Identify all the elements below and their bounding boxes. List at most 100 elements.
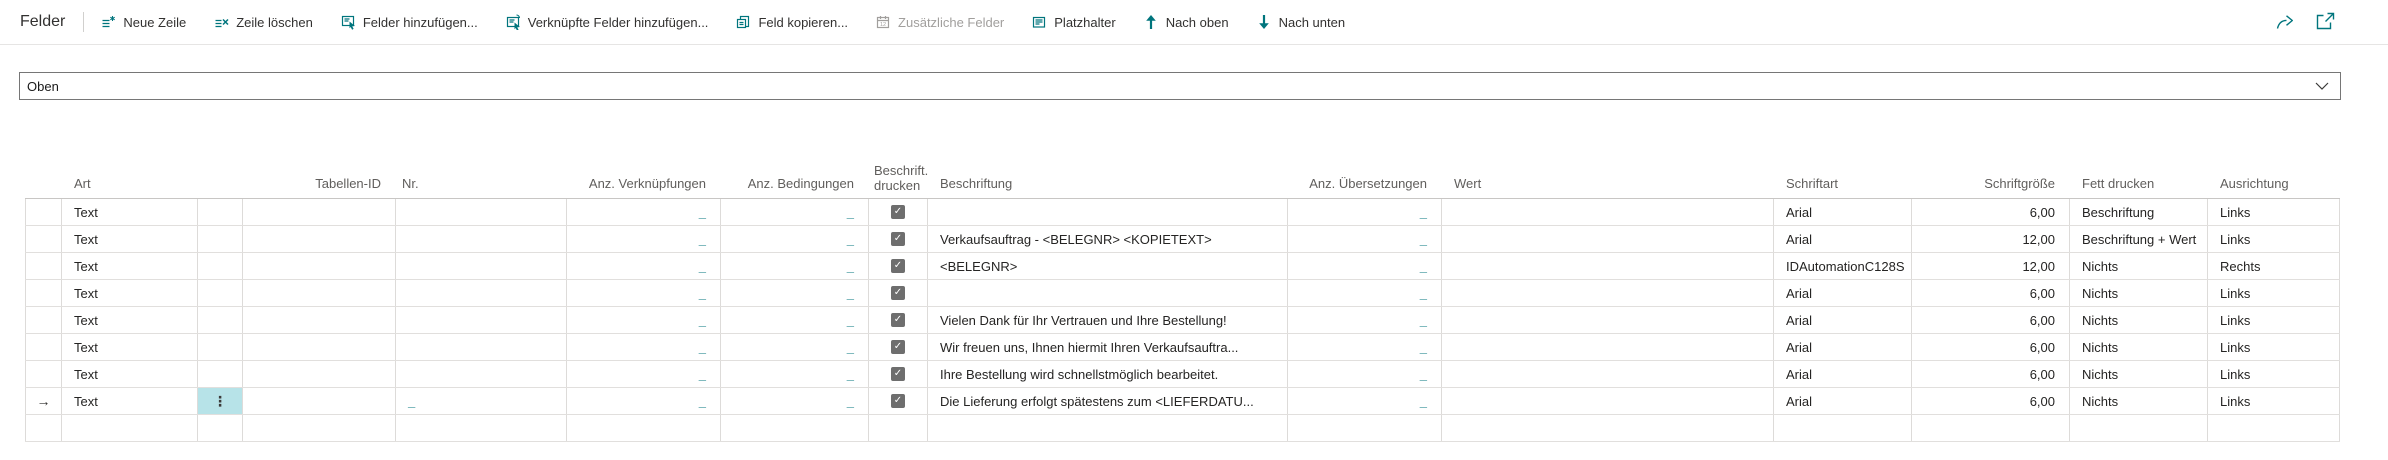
cell-nr[interactable] bbox=[396, 199, 567, 225]
drilldown-link[interactable]: _ bbox=[847, 394, 854, 409]
cell-art[interactable]: Text bbox=[62, 388, 198, 414]
cell-tabellen-id[interactable] bbox=[243, 226, 396, 252]
cell-schriftgroesse[interactable]: 6,00 bbox=[1912, 334, 2070, 360]
drilldown-link[interactable]: _ bbox=[847, 259, 854, 274]
drilldown-link[interactable]: _ bbox=[1420, 313, 1427, 328]
drilldown-link[interactable]: _ bbox=[699, 286, 706, 301]
cell-art[interactable]: Text bbox=[62, 199, 198, 225]
cell-nr[interactable] bbox=[396, 280, 567, 306]
cell-fett-drucken[interactable] bbox=[2070, 415, 2208, 441]
cell-anz-bedingungen[interactable]: _ bbox=[721, 226, 869, 252]
cell-art[interactable]: Text bbox=[62, 361, 198, 387]
cell-beschriftung[interactable] bbox=[928, 199, 1288, 225]
cell-anz-verknuepfungen[interactable]: _ bbox=[567, 388, 721, 414]
cell-menu[interactable] bbox=[198, 280, 243, 306]
row-selector[interactable] bbox=[25, 199, 62, 225]
drilldown-link[interactable]: _ bbox=[847, 286, 854, 301]
cell-wert[interactable] bbox=[1442, 199, 1774, 225]
cell-schriftgroesse[interactable] bbox=[1912, 415, 2070, 441]
checkbox-checked-icon[interactable] bbox=[891, 367, 905, 381]
cell-beschriftung-drucken[interactable] bbox=[869, 307, 928, 333]
cell-anz-bedingungen[interactable] bbox=[721, 415, 869, 441]
cell-beschriftung[interactable]: Die Lieferung erfolgt spätestens zum <LI… bbox=[928, 388, 1288, 414]
cell-nr[interactable] bbox=[396, 226, 567, 252]
cell-beschriftung[interactable]: Wir freuen uns, Ihnen hiermit Ihren Verk… bbox=[928, 334, 1288, 360]
cell-anz-uebersetzungen[interactable]: _ bbox=[1288, 280, 1442, 306]
column-header-nr[interactable]: Nr. bbox=[396, 176, 567, 198]
section-dropdown[interactable]: Oben bbox=[19, 72, 2341, 100]
cell-tabellen-id[interactable] bbox=[243, 361, 396, 387]
cell-tabellen-id[interactable] bbox=[243, 199, 396, 225]
checkbox-checked-icon[interactable] bbox=[891, 259, 905, 273]
cell-anz-bedingungen[interactable]: _ bbox=[721, 334, 869, 360]
cell-tabellen-id[interactable] bbox=[243, 334, 396, 360]
cell-anz-verknuepfungen[interactable]: _ bbox=[567, 361, 721, 387]
move-up-button[interactable]: Nach oben bbox=[1143, 14, 1229, 30]
cell-wert[interactable] bbox=[1442, 334, 1774, 360]
cell-anz-verknuepfungen[interactable]: _ bbox=[567, 334, 721, 360]
cell-schriftart[interactable]: Arial bbox=[1774, 280, 1912, 306]
checkbox-checked-icon[interactable] bbox=[891, 286, 905, 300]
cell-anz-bedingungen[interactable]: _ bbox=[721, 361, 869, 387]
share-button[interactable] bbox=[2274, 11, 2296, 38]
cell-anz-bedingungen[interactable]: _ bbox=[721, 307, 869, 333]
copy-field-button[interactable]: Feld kopieren... bbox=[735, 14, 848, 30]
cell-beschriftung[interactable]: Verkaufsauftrag - <BELEGNR> <KOPIETEXT> bbox=[928, 226, 1288, 252]
cell-nr[interactable] bbox=[396, 307, 567, 333]
drilldown-link[interactable]: _ bbox=[847, 340, 854, 355]
cell-nr[interactable] bbox=[396, 361, 567, 387]
cell-wert[interactable] bbox=[1442, 361, 1774, 387]
cell-ausrichtung[interactable]: Links bbox=[2208, 307, 2340, 333]
cell-beschriftung-drucken[interactable] bbox=[869, 388, 928, 414]
cell-ausrichtung[interactable] bbox=[2208, 415, 2340, 441]
cell-anz-uebersetzungen[interactable]: _ bbox=[1288, 226, 1442, 252]
placeholder-button[interactable]: Platzhalter bbox=[1031, 14, 1116, 30]
cell-anz-uebersetzungen[interactable]: _ bbox=[1288, 199, 1442, 225]
column-header-wert[interactable]: Wert bbox=[1442, 176, 1774, 198]
row-selector[interactable] bbox=[25, 361, 62, 387]
row-selector[interactable] bbox=[25, 307, 62, 333]
cell-anz-verknuepfungen[interactable]: _ bbox=[567, 253, 721, 279]
cell-menu[interactable] bbox=[198, 361, 243, 387]
drilldown-link[interactable]: _ bbox=[1420, 394, 1427, 409]
cell-anz-bedingungen[interactable]: _ bbox=[721, 253, 869, 279]
cell-fett-drucken[interactable]: Beschriftung bbox=[2070, 199, 2208, 225]
drilldown-link[interactable]: _ bbox=[1420, 232, 1427, 247]
cell-beschriftung[interactable] bbox=[928, 280, 1288, 306]
add-fields-button[interactable]: Felder hinzufügen... bbox=[340, 14, 478, 30]
cell-schriftgroesse[interactable]: 6,00 bbox=[1912, 280, 2070, 306]
cell-ausrichtung[interactable]: Rechts bbox=[2208, 253, 2340, 279]
row-selector[interactable] bbox=[25, 226, 62, 252]
column-header-schriftgroesse[interactable]: Schriftgröße bbox=[1912, 176, 2070, 198]
cell-wert[interactable] bbox=[1442, 388, 1774, 414]
cell-beschriftung-drucken[interactable] bbox=[869, 199, 928, 225]
column-header-anz-bedingungen[interactable]: Anz. Bedingungen bbox=[721, 176, 869, 198]
drilldown-link[interactable]: _ bbox=[699, 313, 706, 328]
cell-beschriftung[interactable] bbox=[928, 415, 1288, 441]
drilldown-link[interactable]: _ bbox=[847, 367, 854, 382]
cell-wert[interactable] bbox=[1442, 226, 1774, 252]
column-header-anz-uebersetzungen[interactable]: Anz. Übersetzungen bbox=[1288, 176, 1442, 198]
drilldown-link[interactable]: _ bbox=[699, 340, 706, 355]
cell-nr[interactable]: _ bbox=[396, 388, 567, 414]
cell-fett-drucken[interactable]: Nichts bbox=[2070, 361, 2208, 387]
cell-art[interactable]: Text bbox=[62, 334, 198, 360]
cell-beschriftung-drucken[interactable] bbox=[869, 334, 928, 360]
cell-schriftart[interactable]: Arial bbox=[1774, 361, 1912, 387]
cell-menu[interactable] bbox=[198, 307, 243, 333]
cell-tabellen-id[interactable] bbox=[243, 307, 396, 333]
column-header-schriftart[interactable]: Schriftart bbox=[1774, 176, 1912, 198]
cell-ausrichtung[interactable]: Links bbox=[2208, 334, 2340, 360]
cell-menu-active[interactable]: ⋮ bbox=[198, 388, 243, 414]
cell-ausrichtung[interactable]: Links bbox=[2208, 361, 2340, 387]
ellipsis-icon[interactable]: ⋮ bbox=[213, 393, 227, 410]
row-selector[interactable] bbox=[25, 253, 62, 279]
cell-anz-uebersetzungen[interactable]: _ bbox=[1288, 334, 1442, 360]
add-linked-fields-button[interactable]: Verknüpfte Felder hinzufügen... bbox=[505, 14, 708, 30]
cell-beschriftung[interactable]: Vielen Dank für Ihr Vertrauen und Ihre B… bbox=[928, 307, 1288, 333]
cell-anz-verknuepfungen[interactable] bbox=[567, 415, 721, 441]
cell-wert[interactable] bbox=[1442, 280, 1774, 306]
row-selector[interactable] bbox=[25, 415, 62, 441]
cell-fett-drucken[interactable]: Nichts bbox=[2070, 334, 2208, 360]
drilldown-link[interactable]: _ bbox=[847, 232, 854, 247]
